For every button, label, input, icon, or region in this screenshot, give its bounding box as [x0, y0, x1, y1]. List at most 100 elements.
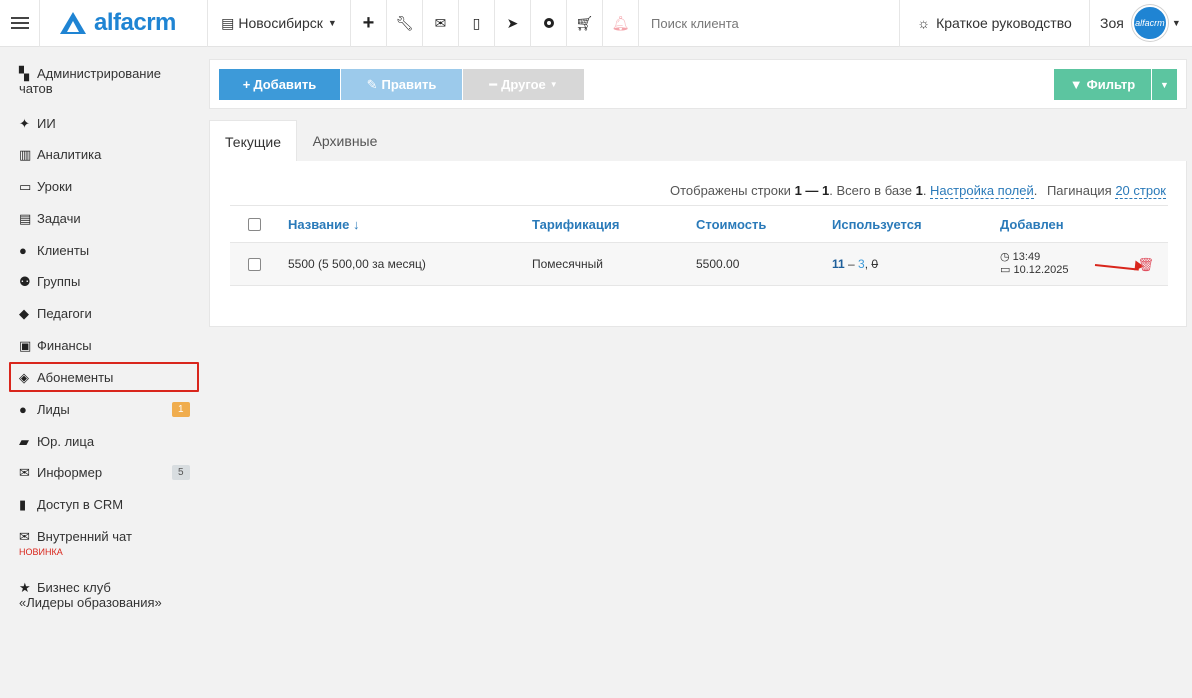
calendar-icon: ▭	[1000, 264, 1011, 276]
sparkle-icon: ✦	[19, 116, 30, 131]
wrench-icon: 🔧︎	[395, 14, 414, 31]
tab-current[interactable]: Текущие	[209, 120, 297, 162]
sidebar-item-groups[interactable]: ⚉ Группы	[19, 274, 80, 290]
logo[interactable]: alfacrm	[40, 0, 208, 47]
field-settings-link[interactable]: Настройка полей	[930, 183, 1034, 199]
select-all-checkbox[interactable]	[248, 218, 261, 231]
sidebar-item-label: чатов	[19, 81, 53, 96]
logo-text: alfacrm	[94, 9, 176, 36]
column-added[interactable]: Добавлен	[1000, 217, 1064, 232]
sidebar-item-business-club[interactable]: ★ Бизнес клуб «Лидеры образования»	[19, 580, 162, 610]
cart-button[interactable]: 🛒︎	[567, 0, 603, 47]
user-menu[interactable]: Зоя alfacrm ▼	[1090, 0, 1192, 47]
subscription-name[interactable]: 5500 (5 500,00 за месяц)	[288, 257, 426, 271]
sidebar-item-clients[interactable]: ● Клиенты	[19, 243, 89, 258]
telegram-icon: ➤	[506, 14, 519, 31]
users-icon: ⚉	[19, 274, 31, 289]
sidebar-item-label: Педагоги	[37, 306, 92, 321]
top-bar: alfacrm ▤ Новосибирск ▼ + 🔧︎ ✉ ▯ ➤ 🛒︎ 🔔︎…	[0, 0, 1192, 47]
branch-selector[interactable]: ▤ Новосибирск ▼	[208, 0, 351, 47]
chats-icon: ▚	[19, 66, 29, 81]
branch-label: Новосибирск	[238, 15, 323, 31]
annotation-arrow	[1094, 264, 1139, 271]
mobile-button[interactable]: ▯	[459, 0, 495, 47]
record-button[interactable]	[531, 0, 567, 47]
sidebar-item-label: «Лидеры образования»	[19, 595, 162, 610]
action-toolbar: + Добавить ✎ Править ━ Другое ▼ ▼ Фильтр…	[209, 59, 1187, 109]
chevron-down-icon: ▼	[327, 18, 337, 28]
sidebar-item-label: Лиды	[37, 402, 70, 417]
user-plus-icon: ●	[19, 402, 27, 417]
sidebar-item-lessons[interactable]: ▭ Уроки	[19, 179, 72, 195]
lightbulb-icon: ☼	[917, 15, 931, 31]
usage-active[interactable]: 3	[858, 257, 865, 271]
informer-count-badge: 5	[172, 465, 190, 480]
column-usage[interactable]: Используется	[832, 217, 922, 232]
envelope-icon: ✉	[19, 465, 30, 480]
usage-inactive[interactable]: 0	[871, 257, 878, 271]
add-button[interactable]: + Добавить	[219, 69, 340, 100]
tab-archived[interactable]: Архивные	[300, 120, 390, 162]
row-checkbox[interactable]	[248, 258, 261, 271]
new-badge: НОВИНКА	[19, 547, 63, 557]
sidebar-item-legal-entities[interactable]: ▰ Юр. лица	[19, 434, 94, 450]
edit-button[interactable]: ✎ Править	[341, 69, 462, 100]
sidebar-item-chat-admin[interactable]: ▚ Администрирование чатов	[19, 66, 161, 96]
mail-button[interactable]: ✉	[423, 0, 459, 47]
sidebar-item-label: Бизнес клуб	[37, 580, 111, 595]
sidebar-item-label: Группы	[37, 274, 81, 289]
wrench-button[interactable]: 🔧︎	[387, 0, 423, 47]
filter-button[interactable]: ▼ Фильтр	[1054, 69, 1151, 100]
pagination-selector[interactable]: 20 строк	[1115, 183, 1166, 199]
sidebar-item-analytics[interactable]: ▥ Аналитика	[19, 147, 101, 163]
rows-info: Отображены строки 1 — 1. Всего в базе 1.…	[669, 183, 1166, 199]
client-search[interactable]	[639, 0, 899, 47]
map-icon: ▥	[19, 147, 32, 162]
clock-icon: ◷	[1000, 251, 1010, 263]
column-billing[interactable]: Тарификация	[532, 217, 619, 232]
table-row[interactable]: 5500 (5 500,00 за месяц) Помесячный 5500…	[230, 243, 1168, 286]
usage-total[interactable]: 11	[832, 257, 845, 271]
plus-button[interactable]: +	[351, 0, 387, 47]
sidebar-item-tasks[interactable]: ▤ Задачи	[19, 211, 81, 227]
other-button[interactable]: ━ Другое ▼	[463, 69, 584, 100]
added-date: 10.12.2025	[1013, 264, 1069, 276]
notifications-button[interactable]: 🔔︎	[603, 0, 639, 47]
column-name[interactable]: Название ↓	[288, 217, 359, 232]
trash-icon[interactable]: 🗑︎	[1137, 257, 1154, 273]
added-time: 13:49	[1012, 251, 1041, 263]
chevron-down-icon: ▼	[549, 80, 558, 89]
pencil-icon: ✎	[366, 76, 378, 92]
minus-icon: ━	[489, 76, 498, 92]
circle-icon	[543, 18, 554, 28]
column-cost[interactable]: Стоимость	[696, 217, 766, 232]
quick-guide-link[interactable]: ☼ Краткое руководство	[900, 0, 1090, 47]
sidebar-item-label: Финансы	[37, 338, 92, 353]
sidebar-item-crm-access[interactable]: ▮ Доступ в CRM	[19, 497, 123, 513]
sidebar-item-label: Администрирование	[37, 66, 161, 81]
filter-dropdown-button[interactable]: ▼	[1152, 69, 1177, 100]
rows-total: 1	[915, 183, 923, 198]
sidebar-item-informer[interactable]: ✉ Информер	[19, 465, 102, 481]
chevron-down-icon: ▼	[1160, 79, 1169, 90]
sidebar-item-label: ИИ	[37, 116, 56, 131]
briefcase-icon: ▰	[19, 434, 29, 449]
hamburger-icon	[10, 14, 29, 32]
sidebar-item-label: Внутренний чат	[37, 529, 132, 544]
pagination-label: Пагинация	[1046, 183, 1112, 198]
sidebar-item-teachers[interactable]: ◆ Педагоги	[19, 306, 92, 322]
calendar-icon: ▭	[19, 179, 32, 194]
sidebar-item-label: Информер	[37, 465, 103, 480]
telegram-button[interactable]: ➤	[495, 0, 531, 47]
cart-icon: 🛒︎	[575, 14, 594, 31]
billing-type: Помесячный	[532, 257, 603, 271]
menu-toggle-button[interactable]	[0, 0, 40, 47]
sidebar-item-ai[interactable]: ✦ ИИ	[19, 116, 56, 132]
sidebar-item-internal-chat[interactable]: ✉ Внутренний чат	[19, 529, 132, 545]
cost-value: 5500.00	[696, 257, 740, 271]
graduation-cap-icon: ◆	[19, 306, 29, 321]
search-input[interactable]	[651, 15, 891, 31]
leads-count-badge: 1	[172, 402, 190, 417]
sidebar-item-leads[interactable]: ● Лиды	[19, 402, 70, 417]
sidebar-item-finance[interactable]: ▣ Финансы	[19, 338, 92, 354]
